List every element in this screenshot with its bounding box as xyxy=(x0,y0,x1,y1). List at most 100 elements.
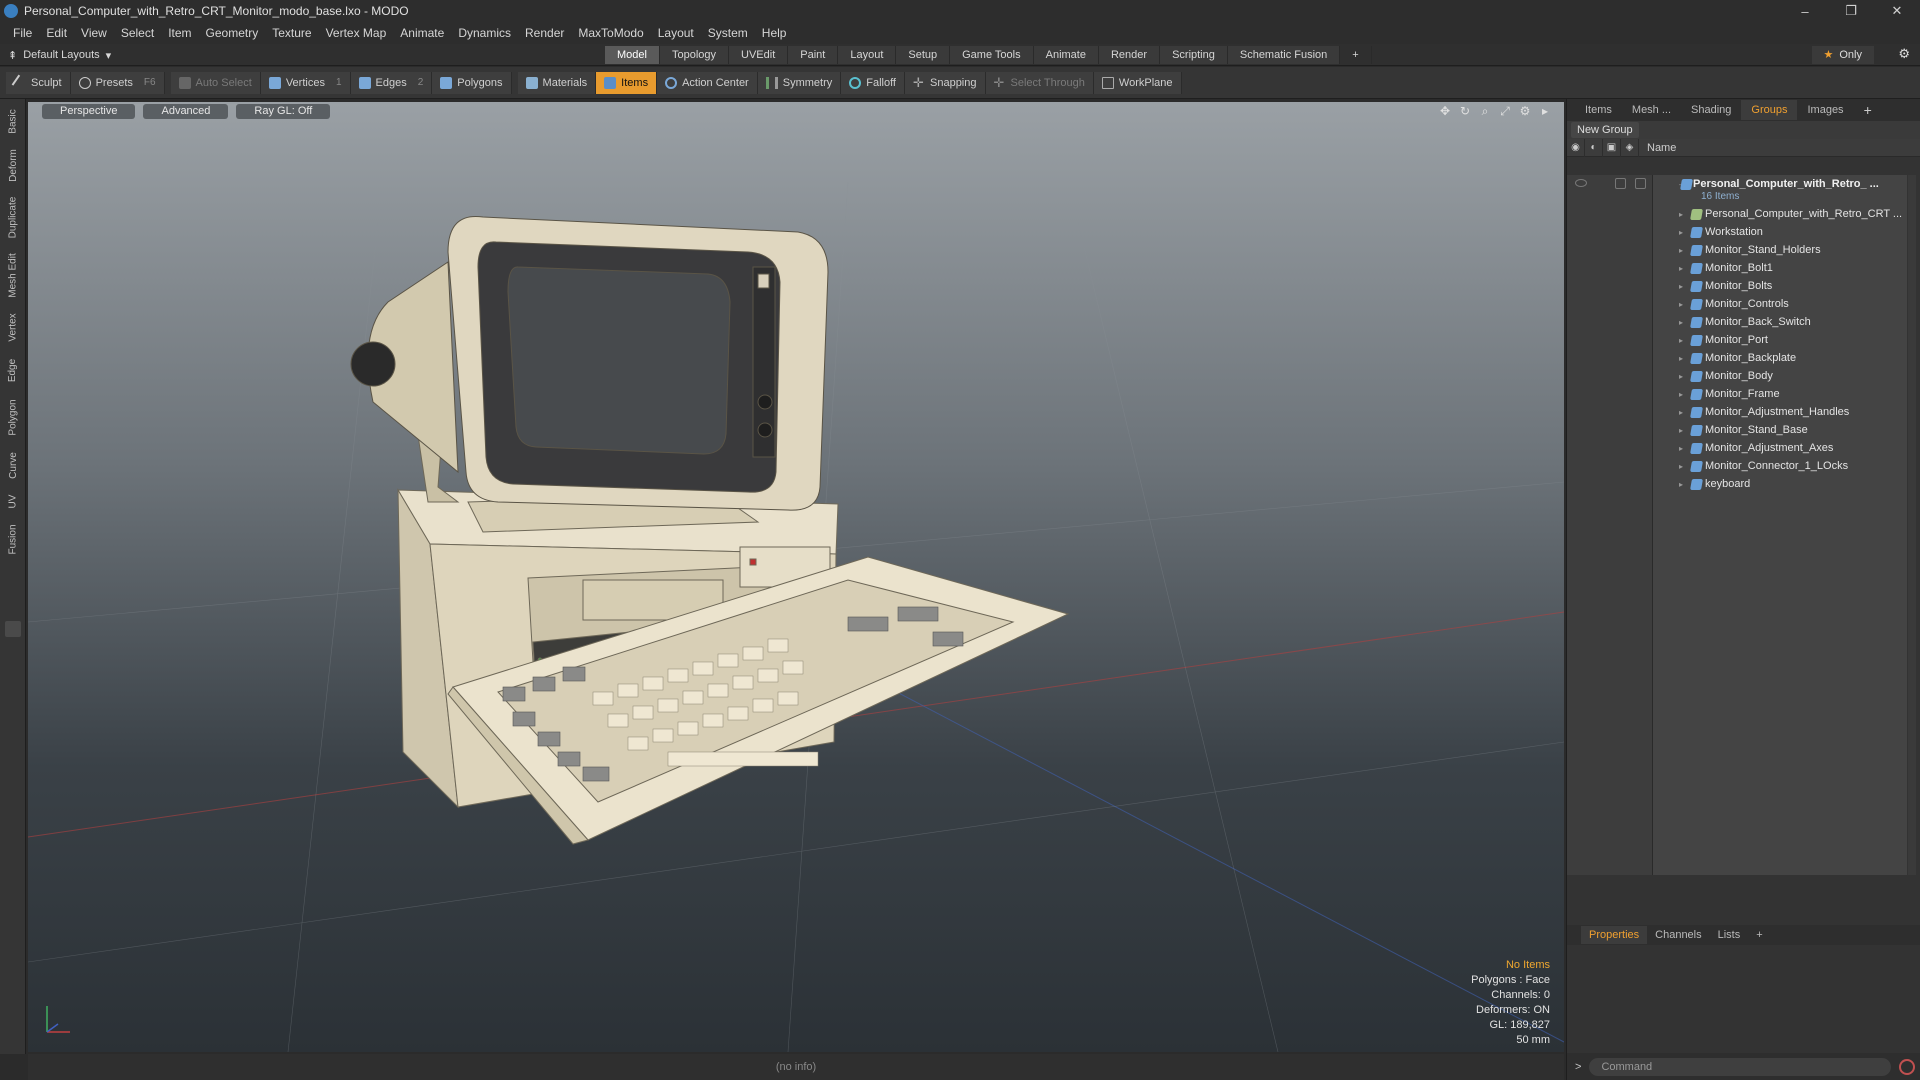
viewport-settings-icon[interactable]: ⚙ xyxy=(1518,104,1532,119)
tab-mesh[interactable]: Mesh ... xyxy=(1622,100,1681,120)
minimize-button[interactable]: – xyxy=(1782,0,1828,22)
tree-row-item[interactable]: ▸ Monitor_Frame xyxy=(1567,385,1907,403)
select-icon[interactable]: ◈ xyxy=(1621,138,1639,157)
tree-row-item[interactable]: ▸ Workstation xyxy=(1567,223,1907,241)
tree-row-item[interactable]: ▸ Personal_Computer_with_Retro_CRT ... xyxy=(1567,205,1907,223)
tab-render[interactable]: Render xyxy=(1098,46,1161,64)
tree-row-item[interactable]: ▸ Monitor_Bolt1 xyxy=(1567,259,1907,277)
tab-shading[interactable]: Shading xyxy=(1681,100,1741,120)
render-icon[interactable]: ◐ xyxy=(1585,138,1603,157)
menu-view[interactable]: View xyxy=(74,26,114,40)
materials-button[interactable]: Materials xyxy=(517,71,597,94)
auto-select-button[interactable]: Auto Select xyxy=(170,71,261,94)
tab-topology[interactable]: Topology xyxy=(659,46,730,64)
left-tab-vertex[interactable]: Vertex xyxy=(4,305,22,349)
tree-row-item[interactable]: ▸ Monitor_Body xyxy=(1567,367,1907,385)
add-props-tab-plus-icon[interactable]: + xyxy=(1748,926,1770,944)
menu-texture[interactable]: Texture xyxy=(265,26,318,40)
command-input[interactable]: Command xyxy=(1589,1057,1892,1076)
tree-row-item[interactable]: ▸ Monitor_Adjustment_Axes xyxy=(1567,439,1907,457)
tab-items[interactable]: Items xyxy=(1575,100,1622,120)
tab-game-tools[interactable]: Game Tools xyxy=(950,46,1034,64)
visibility-eye-icon[interactable] xyxy=(1575,179,1587,187)
menu-maxtomodo[interactable]: MaxToModo xyxy=(571,26,650,40)
symmetry-button[interactable]: Symmetry xyxy=(757,71,842,94)
tab-images[interactable]: Images xyxy=(1797,100,1853,120)
menu-file[interactable]: File xyxy=(6,26,39,40)
falloff-button[interactable]: Falloff xyxy=(841,71,905,94)
polygons-button[interactable]: Polygons xyxy=(432,71,512,94)
new-group-button[interactable]: New Group xyxy=(1571,122,1639,138)
sculpt-button[interactable]: Sculpt xyxy=(6,71,71,94)
add-tab-plus-icon[interactable]: + xyxy=(1340,46,1372,64)
tab-scripting[interactable]: Scripting xyxy=(1160,46,1228,64)
tab-channels[interactable]: Channels xyxy=(1647,926,1709,944)
tree-row-item[interactable]: ▸ keyboard xyxy=(1567,475,1907,493)
vertices-button[interactable]: Vertices 1 xyxy=(260,71,351,94)
menu-help[interactable]: Help xyxy=(755,26,794,40)
fit-icon[interactable]: ⤢ xyxy=(1498,104,1512,119)
select-through-button[interactable]: ✛ Select Through xyxy=(985,71,1094,94)
left-tab-duplicate[interactable]: Duplicate xyxy=(4,189,22,245)
workplane-button[interactable]: WorkPlane xyxy=(1093,71,1182,94)
close-button[interactable]: ✕ xyxy=(1874,0,1920,22)
menu-layout[interactable]: Layout xyxy=(651,26,701,40)
left-tab-deform[interactable]: Deform xyxy=(4,143,22,187)
menu-render[interactable]: Render xyxy=(518,26,571,40)
record-icon[interactable] xyxy=(1899,1058,1916,1075)
presets-button[interactable]: Presets F6 xyxy=(70,71,165,94)
action-center-button[interactable]: Action Center xyxy=(657,71,758,94)
left-tab-fusion[interactable]: Fusion xyxy=(4,517,22,561)
tab-schematic-fusion[interactable]: Schematic Fusion xyxy=(1227,46,1341,64)
menu-geometry[interactable]: Geometry xyxy=(199,26,266,40)
maximize-button[interactable]: ❐ xyxy=(1828,0,1874,22)
edges-button[interactable]: Edges 2 xyxy=(350,71,433,94)
left-tab-curve[interactable]: Curve xyxy=(4,445,22,485)
gear-icon[interactable]: ⚙ xyxy=(1898,46,1910,62)
tab-lists[interactable]: Lists xyxy=(1710,926,1749,944)
view-mode-dropdown[interactable]: Perspective xyxy=(42,103,136,119)
tree-row-item[interactable]: ▸ Monitor_Connector_1_LOcks xyxy=(1567,457,1907,475)
left-tab-mesh-edit[interactable]: Mesh Edit xyxy=(4,247,22,303)
menu-dynamics[interactable]: Dynamics xyxy=(451,26,518,40)
snapping-button[interactable]: ✛ Snapping xyxy=(905,71,986,94)
tab-animate[interactable]: Animate xyxy=(1033,46,1099,64)
tree-row-item[interactable]: ▸ Monitor_Controls xyxy=(1567,295,1907,313)
pan-icon[interactable]: ✥ xyxy=(1438,104,1452,119)
items-button[interactable]: Items xyxy=(596,71,658,94)
tab-uvedit[interactable]: UVEdit xyxy=(729,46,789,64)
default-layouts-dropdown[interactable]: ⇞ Default Layouts ▾ xyxy=(8,44,111,66)
panel-toggle-button[interactable] xyxy=(5,621,21,637)
tab-groups[interactable]: Groups xyxy=(1741,100,1798,120)
tree-row-item[interactable]: ▸ Monitor_Port xyxy=(1567,331,1907,349)
menu-select[interactable]: Select xyxy=(114,26,161,40)
left-tab-polygon[interactable]: Polygon xyxy=(4,391,22,443)
tree-scrollbar[interactable] xyxy=(1908,175,1916,875)
3d-viewport[interactable]: Perspective Advanced Ray GL: Off ✥ ↻ ⌕ ⤢… xyxy=(28,102,1564,1052)
zoom-icon[interactable]: ⌕ xyxy=(1478,104,1492,119)
eye-icon[interactable]: ◉ xyxy=(1567,138,1585,157)
tree-row-item[interactable]: ▸ Monitor_Stand_Base xyxy=(1567,421,1907,439)
name-column-header[interactable]: Name xyxy=(1639,142,1676,154)
left-tab-edge[interactable]: Edge xyxy=(4,351,22,389)
tree-row-item[interactable]: ▸ Monitor_Back_Switch xyxy=(1567,313,1907,331)
tree-row-item[interactable]: ▸ Monitor_Stand_Holders xyxy=(1567,241,1907,259)
tab-layout[interactable]: Layout xyxy=(838,46,897,64)
shading-mode-dropdown[interactable]: Advanced xyxy=(143,103,229,119)
menu-vertex-map[interactable]: Vertex Map xyxy=(319,26,394,40)
left-tab-uv[interactable]: UV xyxy=(4,487,22,515)
tree-row-item[interactable]: ▸ Monitor_Bolts xyxy=(1567,277,1907,295)
menu-animate[interactable]: Animate xyxy=(393,26,451,40)
tab-setup[interactable]: Setup xyxy=(896,46,951,64)
expand-arrow-icon[interactable]: ▸ xyxy=(1538,104,1552,119)
tree-row-item[interactable]: ▸ Monitor_Backplate xyxy=(1567,349,1907,367)
rotate-icon[interactable]: ↻ xyxy=(1458,104,1472,119)
only-toggle[interactable]: ★ Only xyxy=(1811,46,1874,64)
tree-row-item[interactable]: ▸ Monitor_Adjustment_Handles xyxy=(1567,403,1907,421)
tab-properties[interactable]: Properties xyxy=(1581,926,1648,944)
lock-icon[interactable]: ▣ xyxy=(1603,138,1621,157)
tab-model[interactable]: Model xyxy=(605,46,660,64)
menu-item[interactable]: Item xyxy=(161,26,198,40)
menu-system[interactable]: System xyxy=(701,26,755,40)
tab-paint[interactable]: Paint xyxy=(788,46,839,64)
